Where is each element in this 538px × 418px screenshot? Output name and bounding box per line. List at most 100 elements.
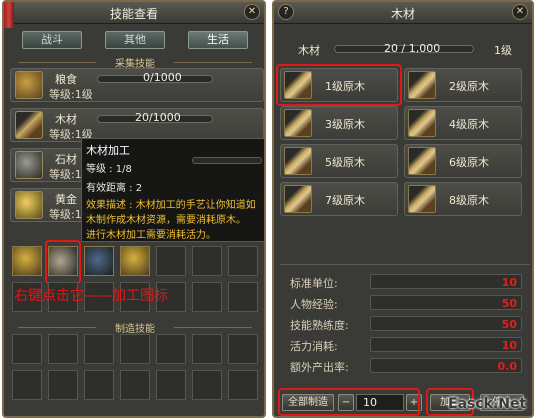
skills-titlebar: 技能查看 ✕ (4, 2, 264, 24)
skills-window-title: 技能查看 (109, 7, 158, 21)
craft-slot (228, 334, 258, 364)
stat-label: 活力消耗: (290, 340, 338, 353)
stat-value: 50 (501, 318, 517, 331)
stat-value: 10 (501, 276, 517, 289)
stats-divider (280, 264, 530, 265)
wood-item-2[interactable]: 2级原木 (404, 68, 522, 102)
help-icon[interactable]: ? (278, 4, 294, 20)
stat-box: 10 (370, 337, 522, 352)
stat-value: 10 (501, 339, 517, 352)
gather-skill-name: 木材 (55, 113, 77, 126)
highlight-wood-processing (45, 240, 81, 284)
material-name: 木材 (298, 44, 320, 57)
tooltip-distance: 有效距离 : 2 (86, 183, 143, 194)
tooltip-progress-bar (192, 157, 262, 164)
gather-divider-right (174, 62, 252, 63)
wood-item-5[interactable]: 5级原木 (280, 144, 398, 178)
log-icon (408, 185, 436, 213)
craft-slot (120, 370, 150, 400)
craft-slot (12, 334, 42, 364)
gather-skill-food[interactable]: 粮食 等级:1级 0/1000 (10, 68, 264, 102)
stat-box: 50 (370, 316, 522, 331)
stat-box: 0.0 (370, 358, 522, 373)
stat-row: 额外产出率: 0.0 (286, 358, 522, 374)
craft-divider-right (174, 327, 252, 328)
tooltip-desc-line: 木制作成木材资源，需要消耗原木。 (86, 215, 246, 226)
material-titlebar: 木材 ? ✕ (274, 2, 532, 24)
craft-divider-left (18, 327, 96, 328)
skills-tabs: 战斗 其他 生活 (22, 31, 248, 49)
axe-icon (15, 111, 43, 139)
gold-icon (15, 191, 43, 219)
craft-slot (84, 370, 114, 400)
tooltip-desc-line: 进行木材加工需要消耗活力。 (86, 230, 216, 241)
stat-value: 50 (501, 297, 517, 310)
wood-processing-tooltip: 木材加工 等级 : 1/8 有效距离 : 2 效果描述 : 木材加工的手艺让你知… (81, 138, 264, 242)
stat-label: 技能熟练度: (290, 319, 349, 332)
food-icon (15, 71, 43, 99)
gather-section-label: 采集技能 (115, 59, 155, 70)
craft-section-label: 制造技能 (115, 324, 155, 335)
stat-row: 技能熟练度: 50 (286, 316, 522, 332)
wood-item-label: 7级原木 (325, 194, 365, 207)
gather-skill-name: 黄金 (55, 193, 77, 206)
gather-skill-wood[interactable]: 木材 等级:1级 20/1000 (10, 108, 264, 142)
craft-slot (156, 370, 186, 400)
stat-label: 标准单位: (290, 277, 338, 290)
craft-slot (228, 370, 258, 400)
craft-slot (48, 370, 78, 400)
stat-box: 10 (370, 274, 522, 289)
tooltip-level: 等级 : 1/8 (86, 164, 132, 175)
wood-item-label: 3级原木 (325, 118, 365, 131)
wood-item-3[interactable]: 3级原木 (280, 106, 398, 140)
gather-skill-name: 石材 (55, 153, 77, 166)
stat-value: 0.0 (497, 360, 518, 373)
gather-skill-name: 粮食 (55, 73, 77, 86)
gather-skill-level: 等级:1级 (49, 88, 93, 101)
gather-skill-value: 20/1000 (135, 111, 181, 124)
tab-other[interactable]: 其他 (105, 31, 165, 49)
wood-item-label: 6级原木 (449, 156, 489, 169)
material-window: 木材 ? ✕ 木材 20 / 1,000 1级 1级原木 2级原木 3级原木 4… (272, 0, 534, 418)
highlight-quantity-controls (278, 388, 420, 416)
wood-item-label: 2级原木 (449, 80, 489, 93)
tooltip-desc-line: 效果描述 : 木材加工的手艺让你知道如 (86, 200, 256, 211)
wood-item-label: 8级原木 (449, 194, 489, 207)
tab-combat[interactable]: 战斗 (22, 31, 82, 49)
pickaxe-icon (15, 151, 43, 179)
material-window-title: 木材 (390, 7, 415, 21)
stat-row: 标准单位: 10 (286, 274, 522, 290)
empty-slot (228, 282, 258, 312)
empty-slot (228, 246, 258, 276)
gather-divider-left (18, 62, 96, 63)
stat-row: 人物经验: 50 (286, 295, 522, 311)
tab-life[interactable]: 生活 (188, 31, 248, 49)
stone-processing-slot[interactable] (84, 246, 114, 276)
log-icon (284, 109, 312, 137)
skills-window: 技能查看 ✕ 战斗 其他 生活 采集技能 粮食 等级:1级 0/1000 木材 … (2, 0, 266, 418)
close-icon[interactable]: ✕ (244, 4, 260, 20)
craft-slot (156, 334, 186, 364)
close-icon[interactable]: ✕ (512, 4, 528, 20)
wood-item-7[interactable]: 7级原木 (280, 182, 398, 216)
log-icon (408, 147, 436, 175)
wood-item-4[interactable]: 4级原木 (404, 106, 522, 140)
stat-label: 额外产出率: (290, 361, 349, 374)
gold-processing-slot[interactable] (120, 246, 150, 276)
log-icon (408, 71, 436, 99)
watermark: Easck.Net (448, 396, 527, 412)
material-value: 20 / 1,000 (384, 42, 441, 55)
craft-slot (192, 334, 222, 364)
highlight-selected-wood (276, 64, 402, 106)
screenshot-root: 技能查看 ✕ 战斗 其他 生活 采集技能 粮食 等级:1级 0/1000 木材 … (0, 0, 538, 418)
food-processing-slot[interactable] (12, 246, 42, 276)
wood-item-8[interactable]: 8级原木 (404, 182, 522, 216)
wood-item-6[interactable]: 6级原木 (404, 144, 522, 178)
craft-slot (120, 334, 150, 364)
stat-label: 人物经验: (290, 298, 338, 311)
curtain-left-decoration (4, 2, 14, 28)
empty-slot (192, 282, 222, 312)
wood-item-label: 5级原木 (325, 156, 365, 169)
log-icon (408, 109, 436, 137)
craft-slot (48, 334, 78, 364)
